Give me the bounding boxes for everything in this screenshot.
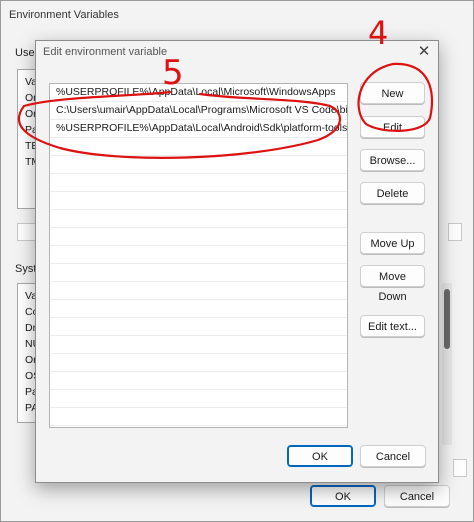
env-cancel-button[interactable]: Cancel [384,485,450,507]
empty-rows [50,138,347,426]
move-up-button[interactable]: Move Up [360,232,425,254]
empty-row [50,318,347,336]
system-action-button-edge-right[interactable] [453,459,467,477]
empty-row [50,354,347,372]
empty-row [50,210,347,228]
edit-environment-variable-dialog: Edit environment variable ✕ %USERPROFILE… [35,40,439,483]
empty-row [50,408,347,426]
user-action-button-edge-right[interactable] [448,223,462,241]
dialog-title: Edit environment variable [43,46,168,58]
env-ok-button[interactable]: OK [310,485,376,507]
path-row[interactable]: C:\Users\umair\AppData\Local\Programs\Mi… [50,102,347,120]
close-icon[interactable]: ✕ [414,43,434,61]
path-row[interactable]: %USERPROFILE%\AppData\Local\Microsoft\Wi… [50,84,347,102]
empty-row [50,192,347,210]
delete-button[interactable]: Delete [360,182,425,204]
empty-row [50,138,347,156]
empty-row [50,300,347,318]
empty-row [50,372,347,390]
empty-row [50,228,347,246]
empty-row [50,246,347,264]
scrollbar-thumb[interactable] [444,289,450,349]
empty-row [50,174,347,192]
empty-row [50,390,347,408]
window-title: Environment Variables [9,9,119,21]
move-down-button[interactable]: Move Down [360,265,425,303]
empty-row [50,336,347,354]
dialog-ok-button[interactable]: OK [287,445,353,467]
user-action-button-edge[interactable] [17,223,37,241]
path-row[interactable]: %USERPROFILE%\AppData\Local\Android\Sdk\… [50,120,347,138]
edit-text-button[interactable]: Edit text... [360,315,425,337]
browse-button[interactable]: Browse... [360,149,425,171]
edit-button[interactable]: Edit [360,116,425,138]
new-button[interactable]: New [360,82,425,104]
path-list[interactable]: %USERPROFILE%\AppData\Local\Microsoft\Wi… [49,83,348,428]
empty-row [50,156,347,174]
dialog-cancel-button[interactable]: Cancel [360,445,426,467]
empty-row [50,282,347,300]
empty-row [50,264,347,282]
system-list-scrollbar[interactable] [442,283,452,445]
